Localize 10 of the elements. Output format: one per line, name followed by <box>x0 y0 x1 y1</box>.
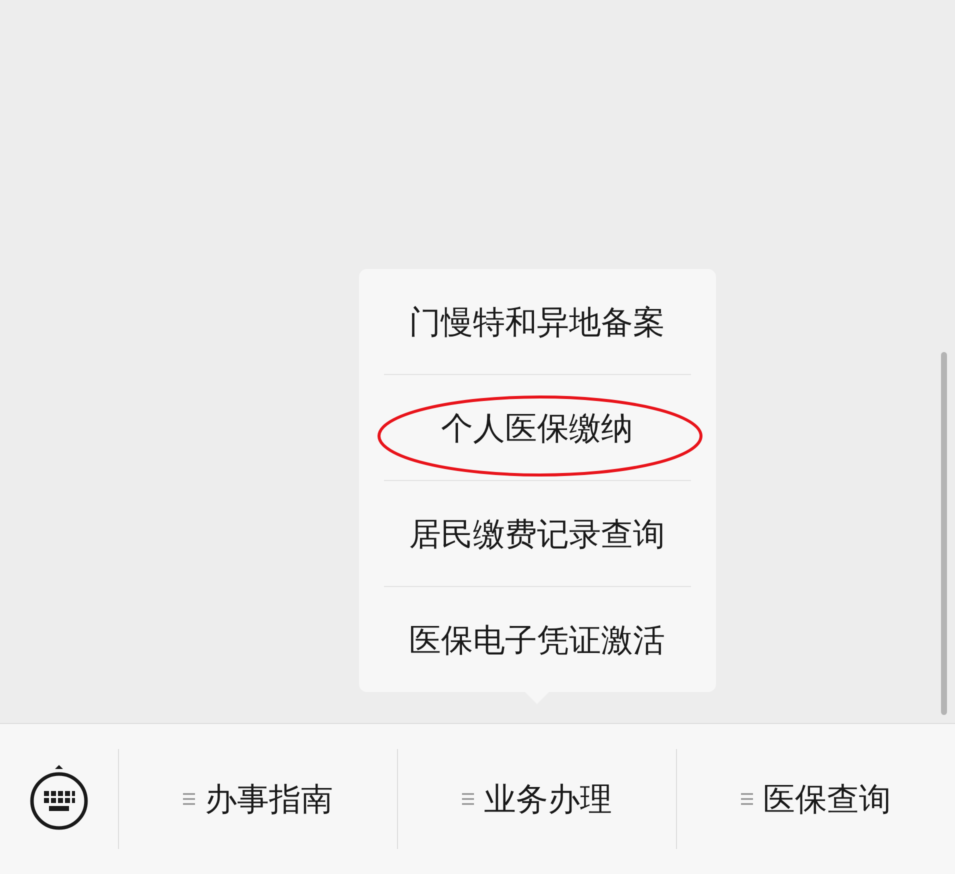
menu-tab[interactable]: 业务办理 <box>397 749 676 849</box>
menu-item[interactable]: 个人医保缴纳 <box>358 375 716 480</box>
menu-icon <box>741 792 753 806</box>
menu-icon <box>462 792 474 806</box>
menu-tab[interactable]: 医保查询 <box>676 749 955 849</box>
menu-tab[interactable]: 办事指南 <box>118 749 397 849</box>
menu-icon <box>183 792 195 806</box>
menu-item[interactable]: 门慢特和异地备案 <box>358 269 716 374</box>
menu-item[interactable]: 居民缴费记录查询 <box>358 481 716 586</box>
menu-item[interactable]: 医保电子凭证激活 <box>358 587 716 692</box>
